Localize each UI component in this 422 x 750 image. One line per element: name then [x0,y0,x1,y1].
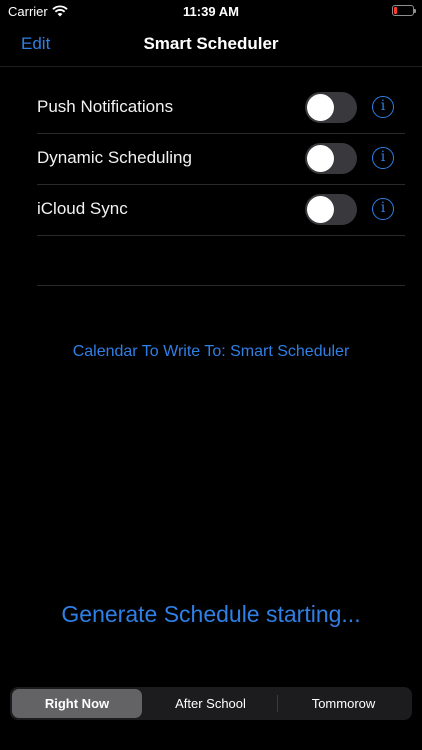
setting-row-push-notifications: Push Notifications i [37,82,405,134]
setting-row-icloud-sync: iCloud Sync i [37,184,405,236]
toggle-knob [307,196,334,223]
toggle-knob [307,145,334,172]
segment-right-now[interactable]: Right Now [12,689,142,718]
navigation-bar: Edit Smart Scheduler [0,24,422,67]
push-notifications-toggle[interactable] [305,92,357,123]
info-icon[interactable]: i [372,198,394,220]
setting-row-dynamic-scheduling: Dynamic Scheduling i [37,133,405,185]
start-time-segmented-control: Right Now After School Tommorow [10,687,412,720]
setting-label: Push Notifications [37,97,174,116]
battery-icon [392,5,416,16]
segment-tomorrow[interactable]: Tommorow [277,689,410,718]
segment-after-school[interactable]: After School [144,689,277,718]
page-title: Smart Scheduler [143,34,279,53]
info-icon[interactable]: i [372,96,394,118]
setting-label: iCloud Sync [37,199,128,218]
info-icon[interactable]: i [372,147,394,169]
section-divider [37,285,405,286]
toggle-knob [307,94,334,121]
status-bar: Carrier 11:39 AM [0,0,422,24]
calendar-select-button[interactable]: Calendar To Write To: Smart Scheduler [0,343,422,361]
icloud-sync-toggle[interactable] [305,194,357,225]
generate-schedule-button[interactable]: Generate Schedule starting... [0,601,422,628]
setting-label: Dynamic Scheduling [37,148,192,167]
dynamic-scheduling-toggle[interactable] [305,143,357,174]
status-time: 11:39 AM [183,4,239,19]
